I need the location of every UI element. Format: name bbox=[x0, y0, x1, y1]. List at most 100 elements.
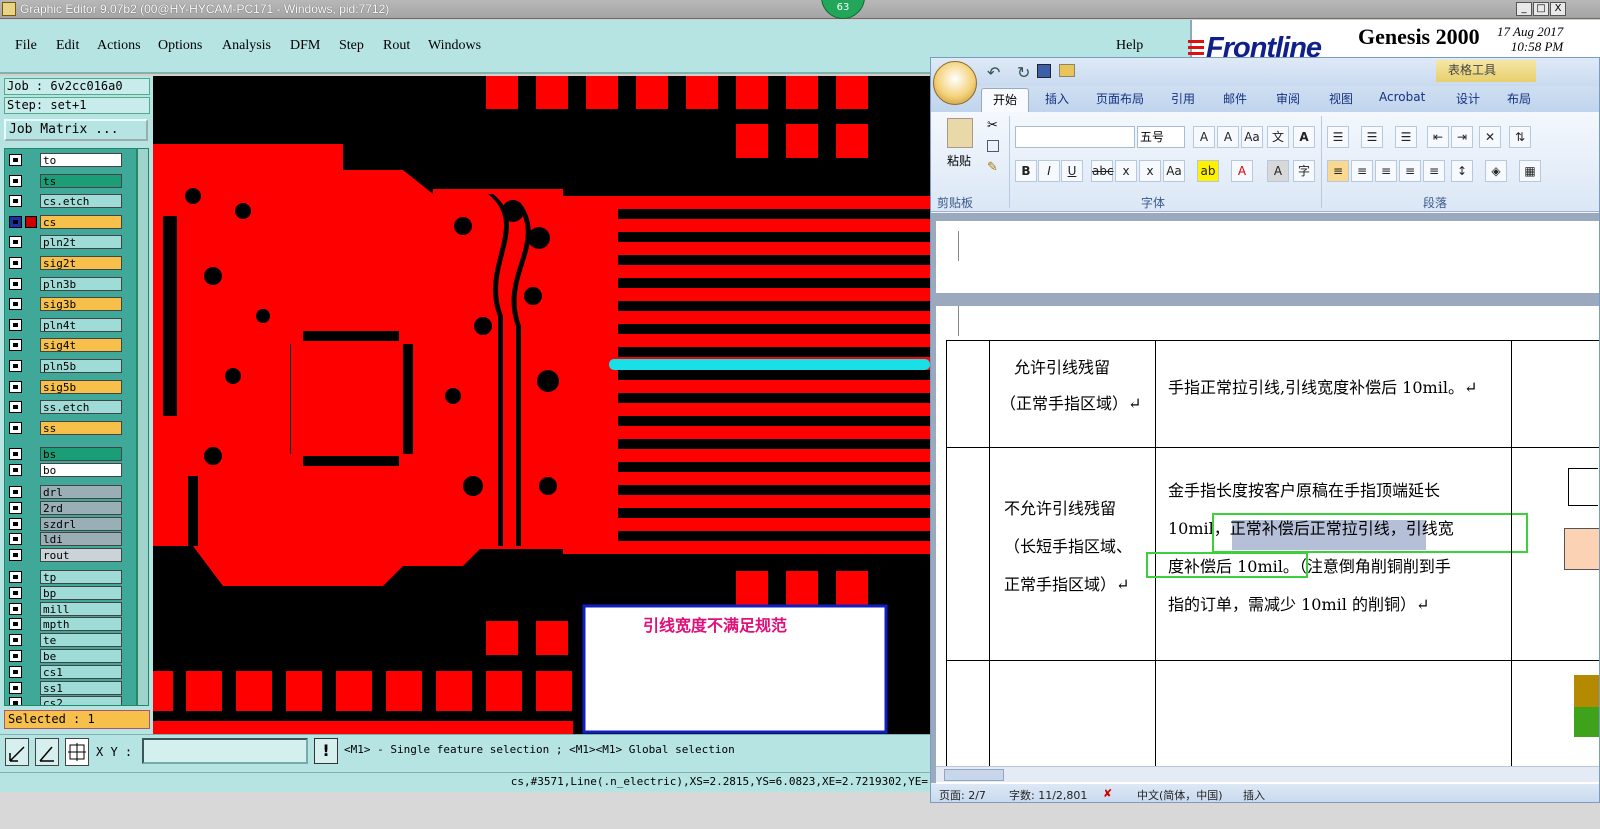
layer-name[interactable]: cs bbox=[40, 214, 122, 229]
layer-row-ss.etch[interactable]: ss.etch bbox=[7, 400, 125, 415]
borders-icon[interactable]: ▦ bbox=[1519, 160, 1541, 182]
paste-label[interactable]: 粘贴 bbox=[947, 152, 971, 169]
layer-row-pln5b[interactable]: pln5b bbox=[7, 359, 125, 373]
layer-row-sig4t[interactable]: sig4t bbox=[7, 338, 125, 353]
page-indicator[interactable]: 页面: 2/7 bbox=[939, 787, 986, 802]
layer-row-pln2t[interactable]: pln2t bbox=[7, 235, 125, 250]
layer-checkbox[interactable] bbox=[9, 277, 22, 290]
layer-row-pln4t[interactable]: pln4t bbox=[7, 317, 125, 332]
layer-name[interactable]: ss.etch bbox=[40, 400, 122, 415]
layer-checkbox[interactable] bbox=[9, 681, 22, 694]
tab-mailings[interactable]: 邮件 bbox=[1223, 90, 1247, 107]
layer-row-bs[interactable]: bs bbox=[7, 447, 125, 462]
justify-icon[interactable]: ≡ bbox=[1399, 160, 1421, 182]
cut-icon[interactable]: ✂ bbox=[987, 118, 998, 133]
layer-name[interactable]: cs.etch bbox=[40, 194, 122, 209]
layer-checkbox[interactable] bbox=[9, 533, 22, 546]
tab-references[interactable]: 引用 bbox=[1171, 90, 1195, 107]
format-painter-icon[interactable]: ✎ bbox=[987, 160, 998, 175]
numbering-icon[interactable]: ☰ bbox=[1361, 126, 1383, 148]
layer-checkbox[interactable] bbox=[9, 665, 22, 678]
clear-format-icon[interactable]: Aa bbox=[1241, 126, 1263, 148]
layer-name[interactable]: bp bbox=[40, 585, 122, 600]
layer-row-cs2[interactable]: cs2 bbox=[7, 696, 125, 705]
tab-design[interactable]: 设计 bbox=[1456, 90, 1480, 107]
layer-row-ldi[interactable]: ldi bbox=[7, 532, 125, 547]
layer-checkbox[interactable] bbox=[9, 401, 22, 414]
superscript-icon[interactable]: x bbox=[1139, 160, 1161, 182]
sort-icon[interactable]: ⇅ bbox=[1509, 126, 1531, 148]
layer-row-mill[interactable]: mill bbox=[7, 601, 125, 616]
line-spacing-icon[interactable]: ↕ bbox=[1451, 160, 1473, 182]
bullets-icon[interactable]: ☰ bbox=[1327, 126, 1349, 148]
layer-checkbox[interactable] bbox=[9, 634, 22, 647]
redo-icon[interactable]: ↻ bbox=[1017, 63, 1033, 82]
shrink-font-icon[interactable]: A bbox=[1217, 126, 1239, 148]
layer-checkbox[interactable] bbox=[9, 236, 22, 249]
layer-checkbox[interactable] bbox=[9, 360, 22, 372]
layer-checkbox[interactable] bbox=[9, 618, 22, 631]
chinese-layout-icon[interactable]: ✕ bbox=[1479, 126, 1501, 148]
layer-row-cs.etch[interactable]: cs.etch bbox=[7, 194, 125, 209]
layer-name[interactable]: tp bbox=[40, 570, 122, 584]
measure-tool-button[interactable] bbox=[35, 738, 59, 766]
layer-checkbox[interactable] bbox=[9, 549, 22, 562]
minimize-button[interactable]: _ bbox=[1516, 2, 1532, 16]
grow-font-icon[interactable]: A bbox=[1193, 126, 1215, 148]
layer-row-sig2t[interactable]: sig2t bbox=[7, 256, 125, 270]
layer-row-cs1[interactable]: cs1 bbox=[7, 664, 125, 679]
layer-checkbox[interactable] bbox=[9, 257, 22, 269]
menu-analysis[interactable]: Analysis bbox=[222, 38, 271, 54]
decrease-indent-icon[interactable]: ⇤ bbox=[1427, 126, 1449, 148]
layer-checkbox[interactable] bbox=[9, 602, 22, 615]
layer-checkbox[interactable] bbox=[9, 517, 22, 530]
font-color-icon[interactable]: A bbox=[1231, 160, 1253, 182]
paste-icon[interactable] bbox=[947, 118, 973, 148]
increase-indent-icon[interactable]: ⇥ bbox=[1451, 126, 1473, 148]
char-shading-icon[interactable]: A bbox=[1267, 160, 1289, 182]
xy-input[interactable] bbox=[142, 738, 308, 764]
layer-checkbox[interactable] bbox=[9, 421, 22, 434]
underline-icon[interactable]: U bbox=[1061, 160, 1083, 182]
align-left-icon[interactable]: ≡ bbox=[1327, 160, 1349, 182]
layer-row-2rd[interactable]: 2rd bbox=[7, 500, 125, 515]
layer-row-be[interactable]: be bbox=[7, 649, 125, 663]
word-count[interactable]: 字数: 11/2,801 bbox=[1009, 787, 1087, 802]
layer-name[interactable]: pln4t bbox=[40, 317, 122, 332]
italic-icon[interactable]: I bbox=[1038, 160, 1060, 182]
layer-name[interactable]: pln3b bbox=[40, 276, 122, 291]
pcb-drawing[interactable] bbox=[153, 76, 930, 734]
tab-acrobat[interactable]: Acrobat bbox=[1379, 90, 1425, 104]
menu-file[interactable]: File bbox=[15, 38, 37, 54]
layer-row-pln3b[interactable]: pln3b bbox=[7, 276, 125, 291]
alert-icon[interactable]: ! bbox=[314, 738, 338, 764]
layer-row-szdrl[interactable]: szdrl bbox=[7, 516, 125, 531]
layer-name[interactable]: mill bbox=[40, 601, 122, 616]
layer-checkbox[interactable] bbox=[9, 195, 22, 208]
tab-insert[interactable]: 插入 bbox=[1045, 90, 1069, 107]
shading-icon[interactable]: ◈ bbox=[1485, 160, 1507, 182]
layer-name[interactable]: ss bbox=[40, 420, 122, 435]
menu-dfm[interactable]: DFM bbox=[290, 38, 320, 54]
layer-checkbox[interactable] bbox=[9, 380, 22, 393]
layer-name[interactable]: ts bbox=[40, 173, 122, 188]
layer-name[interactable]: drl bbox=[40, 485, 122, 499]
save-icon[interactable] bbox=[1037, 64, 1051, 78]
tab-review[interactable]: 审阅 bbox=[1276, 90, 1300, 107]
align-center-icon[interactable]: ≡ bbox=[1351, 160, 1373, 182]
maximize-button[interactable]: □ bbox=[1533, 2, 1549, 16]
layer-name[interactable]: te bbox=[40, 633, 122, 648]
layer-checkbox[interactable] bbox=[9, 501, 22, 514]
layer-row-bp[interactable]: bp bbox=[7, 585, 125, 600]
multilevel-list-icon[interactable]: ☰ bbox=[1395, 126, 1417, 148]
layer-checkbox[interactable] bbox=[9, 586, 22, 599]
layer-name[interactable]: ldi bbox=[40, 532, 122, 547]
grid-tool-button[interactable] bbox=[65, 738, 89, 766]
insert-mode[interactable]: 插入 bbox=[1243, 787, 1265, 802]
highlight-icon[interactable]: ab bbox=[1197, 160, 1219, 182]
layer-name[interactable]: 2rd bbox=[40, 500, 122, 515]
layer-row-te[interactable]: te bbox=[7, 633, 125, 648]
document-area[interactable]: 允许引线残留 （正常手指区域）↵ 手指正常拉引线,引线宽度补偿后 10mil。↵… bbox=[931, 213, 1599, 796]
copy-icon[interactable] bbox=[987, 140, 999, 152]
layer-row-tp[interactable]: tp bbox=[7, 570, 125, 584]
